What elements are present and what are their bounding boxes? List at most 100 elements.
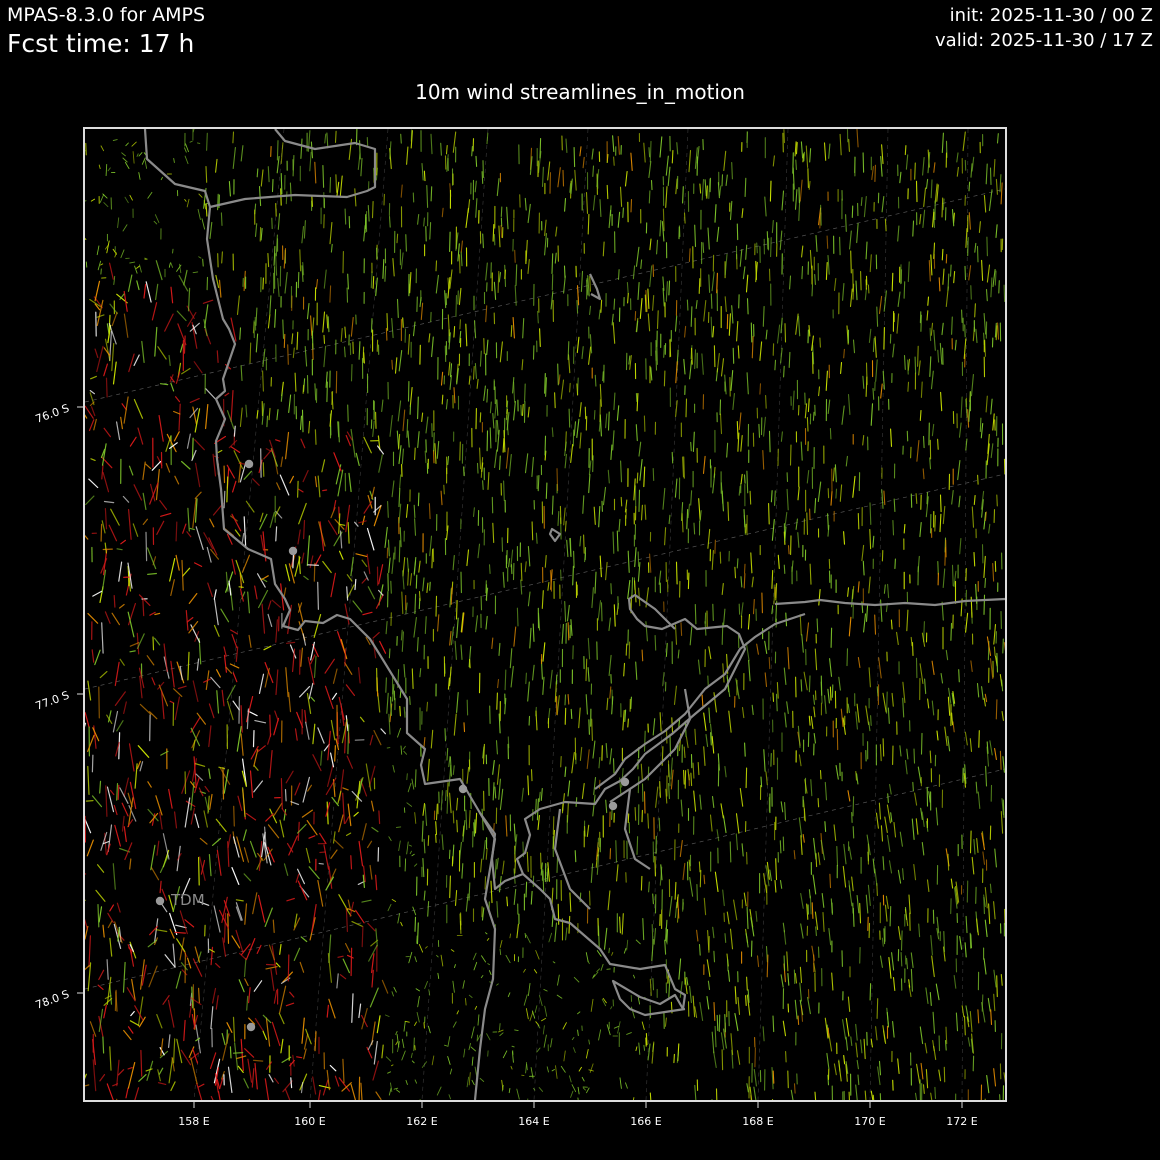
wind-streak — [834, 464, 837, 483]
wind-streak — [436, 440, 440, 459]
wind-streak — [285, 564, 291, 582]
wind-streak — [384, 526, 388, 548]
wind-streak — [525, 1008, 529, 1020]
wind-streak — [109, 303, 119, 315]
wind-streak — [416, 1011, 420, 1023]
wind-streak — [168, 354, 171, 366]
wind-streak — [255, 307, 258, 326]
wind-streak — [704, 179, 707, 197]
wind-streak — [177, 323, 187, 346]
wind-streak — [879, 1093, 882, 1100]
wind-streak — [635, 246, 640, 267]
wind-streak — [750, 322, 753, 343]
wind-map[interactable]: TDM — [85, 129, 1005, 1100]
wind-streak — [592, 794, 596, 817]
wind-streak — [391, 480, 395, 498]
wind-streak — [154, 214, 160, 223]
wind-streak — [729, 841, 732, 863]
valid-time: valid: 2025-11-30 / 17 Z — [935, 30, 1153, 51]
wind-streak — [497, 270, 500, 294]
wind-streak — [106, 959, 109, 980]
wind-streak — [103, 202, 109, 208]
wind-streak — [693, 522, 696, 535]
wind-streak — [872, 535, 875, 548]
wind-streak — [142, 461, 146, 480]
wind-streak — [886, 804, 891, 824]
wind-streak — [983, 313, 987, 335]
wind-streak — [402, 745, 406, 750]
wind-streak — [821, 893, 825, 908]
wind-streak — [170, 660, 175, 688]
wind-streak — [542, 1025, 545, 1035]
wind-streak — [648, 190, 651, 204]
wind-streak — [937, 561, 939, 575]
wind-streak — [588, 719, 590, 735]
wind-streak — [170, 261, 174, 268]
wind-streak — [566, 604, 570, 622]
wind-streak — [403, 1021, 406, 1032]
wind-streak — [382, 258, 385, 279]
wind-streak — [951, 489, 954, 505]
wind-streak — [791, 560, 794, 573]
wind-streak — [108, 524, 118, 542]
coastline-segment — [589, 273, 602, 301]
wind-streak — [267, 600, 272, 610]
wind-streak — [471, 1056, 474, 1066]
wind-streak — [173, 158, 175, 163]
wind-streak — [782, 1020, 787, 1037]
wind-streak — [551, 495, 554, 515]
wind-streak — [924, 678, 927, 695]
wind-streak — [882, 738, 885, 757]
wind-streak — [213, 598, 219, 626]
wind-streak — [288, 691, 292, 713]
wind-streak — [458, 254, 461, 274]
wind-streak — [739, 249, 743, 267]
wind-streak — [489, 401, 492, 414]
wind-streak — [647, 1043, 651, 1061]
wind-streak — [613, 604, 616, 627]
wind-streak — [993, 646, 996, 657]
wind-streak — [708, 178, 711, 199]
wind-streak — [309, 555, 314, 569]
map-frame[interactable]: TDM — [83, 127, 1007, 1102]
wind-streak — [409, 850, 412, 855]
wind-streak — [627, 550, 630, 573]
wind-streak — [236, 836, 245, 862]
wind-streak — [450, 949, 455, 952]
wind-streak — [223, 490, 226, 509]
wind-streak — [403, 750, 408, 755]
wind-streak — [397, 913, 401, 924]
wind-streak — [387, 539, 390, 557]
wind-streak — [708, 274, 711, 293]
wind-streak — [784, 323, 787, 343]
wind-streak — [205, 388, 216, 400]
wind-streak — [524, 932, 527, 939]
wind-streak — [223, 654, 227, 673]
wind-streak — [486, 1033, 491, 1041]
wind-streak — [232, 700, 240, 711]
wind-streak — [847, 394, 851, 415]
wind-streak — [310, 315, 313, 336]
wind-streak — [435, 821, 438, 835]
wind-streak — [116, 720, 124, 732]
wind-streak — [155, 795, 163, 816]
wind-streak — [804, 403, 808, 419]
wind-streak — [803, 671, 808, 691]
wind-streak — [424, 616, 427, 635]
wind-streak — [883, 327, 885, 350]
wind-streak — [851, 876, 854, 892]
wind-streak — [93, 418, 97, 431]
wind-streak — [498, 271, 502, 283]
wind-streak — [813, 706, 816, 718]
wind-streak — [607, 890, 611, 911]
wind-streak — [267, 824, 280, 839]
wind-streak — [855, 1084, 858, 1100]
wind-streak — [992, 268, 996, 288]
wind-streak — [797, 1015, 800, 1026]
wind-streak — [989, 740, 993, 756]
wind-streak — [996, 133, 999, 144]
wind-streak — [101, 622, 104, 654]
wind-streak — [527, 1098, 529, 1100]
wind-streak — [311, 330, 314, 350]
wind-streak — [306, 535, 310, 567]
